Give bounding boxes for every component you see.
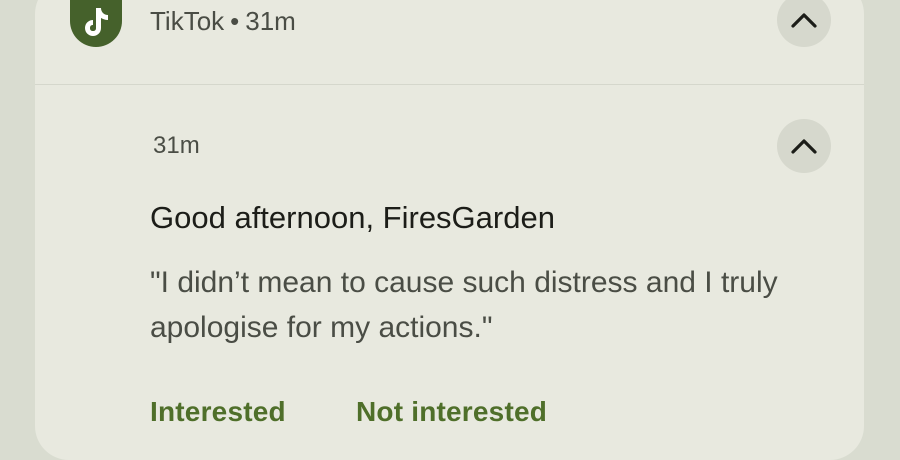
message-time: 31m bbox=[153, 132, 200, 159]
chevron-up-icon bbox=[791, 13, 817, 28]
interested-button[interactable]: Interested bbox=[150, 396, 286, 428]
message-body: "I didn’t mean to cause such distress an… bbox=[150, 266, 778, 344]
not-interested-button[interactable]: Not interested bbox=[356, 396, 547, 428]
app-name: TikTok bbox=[150, 6, 225, 36]
collapse-message-button[interactable] bbox=[777, 119, 831, 173]
chevron-up-icon bbox=[791, 139, 817, 154]
header-separator: • bbox=[230, 6, 240, 36]
message-title: Good afternoon, FiresGarden bbox=[150, 200, 555, 235]
notification-header: TikTok • 31m bbox=[150, 6, 296, 37]
divider bbox=[35, 84, 864, 85]
header-time: 31m bbox=[245, 6, 296, 36]
